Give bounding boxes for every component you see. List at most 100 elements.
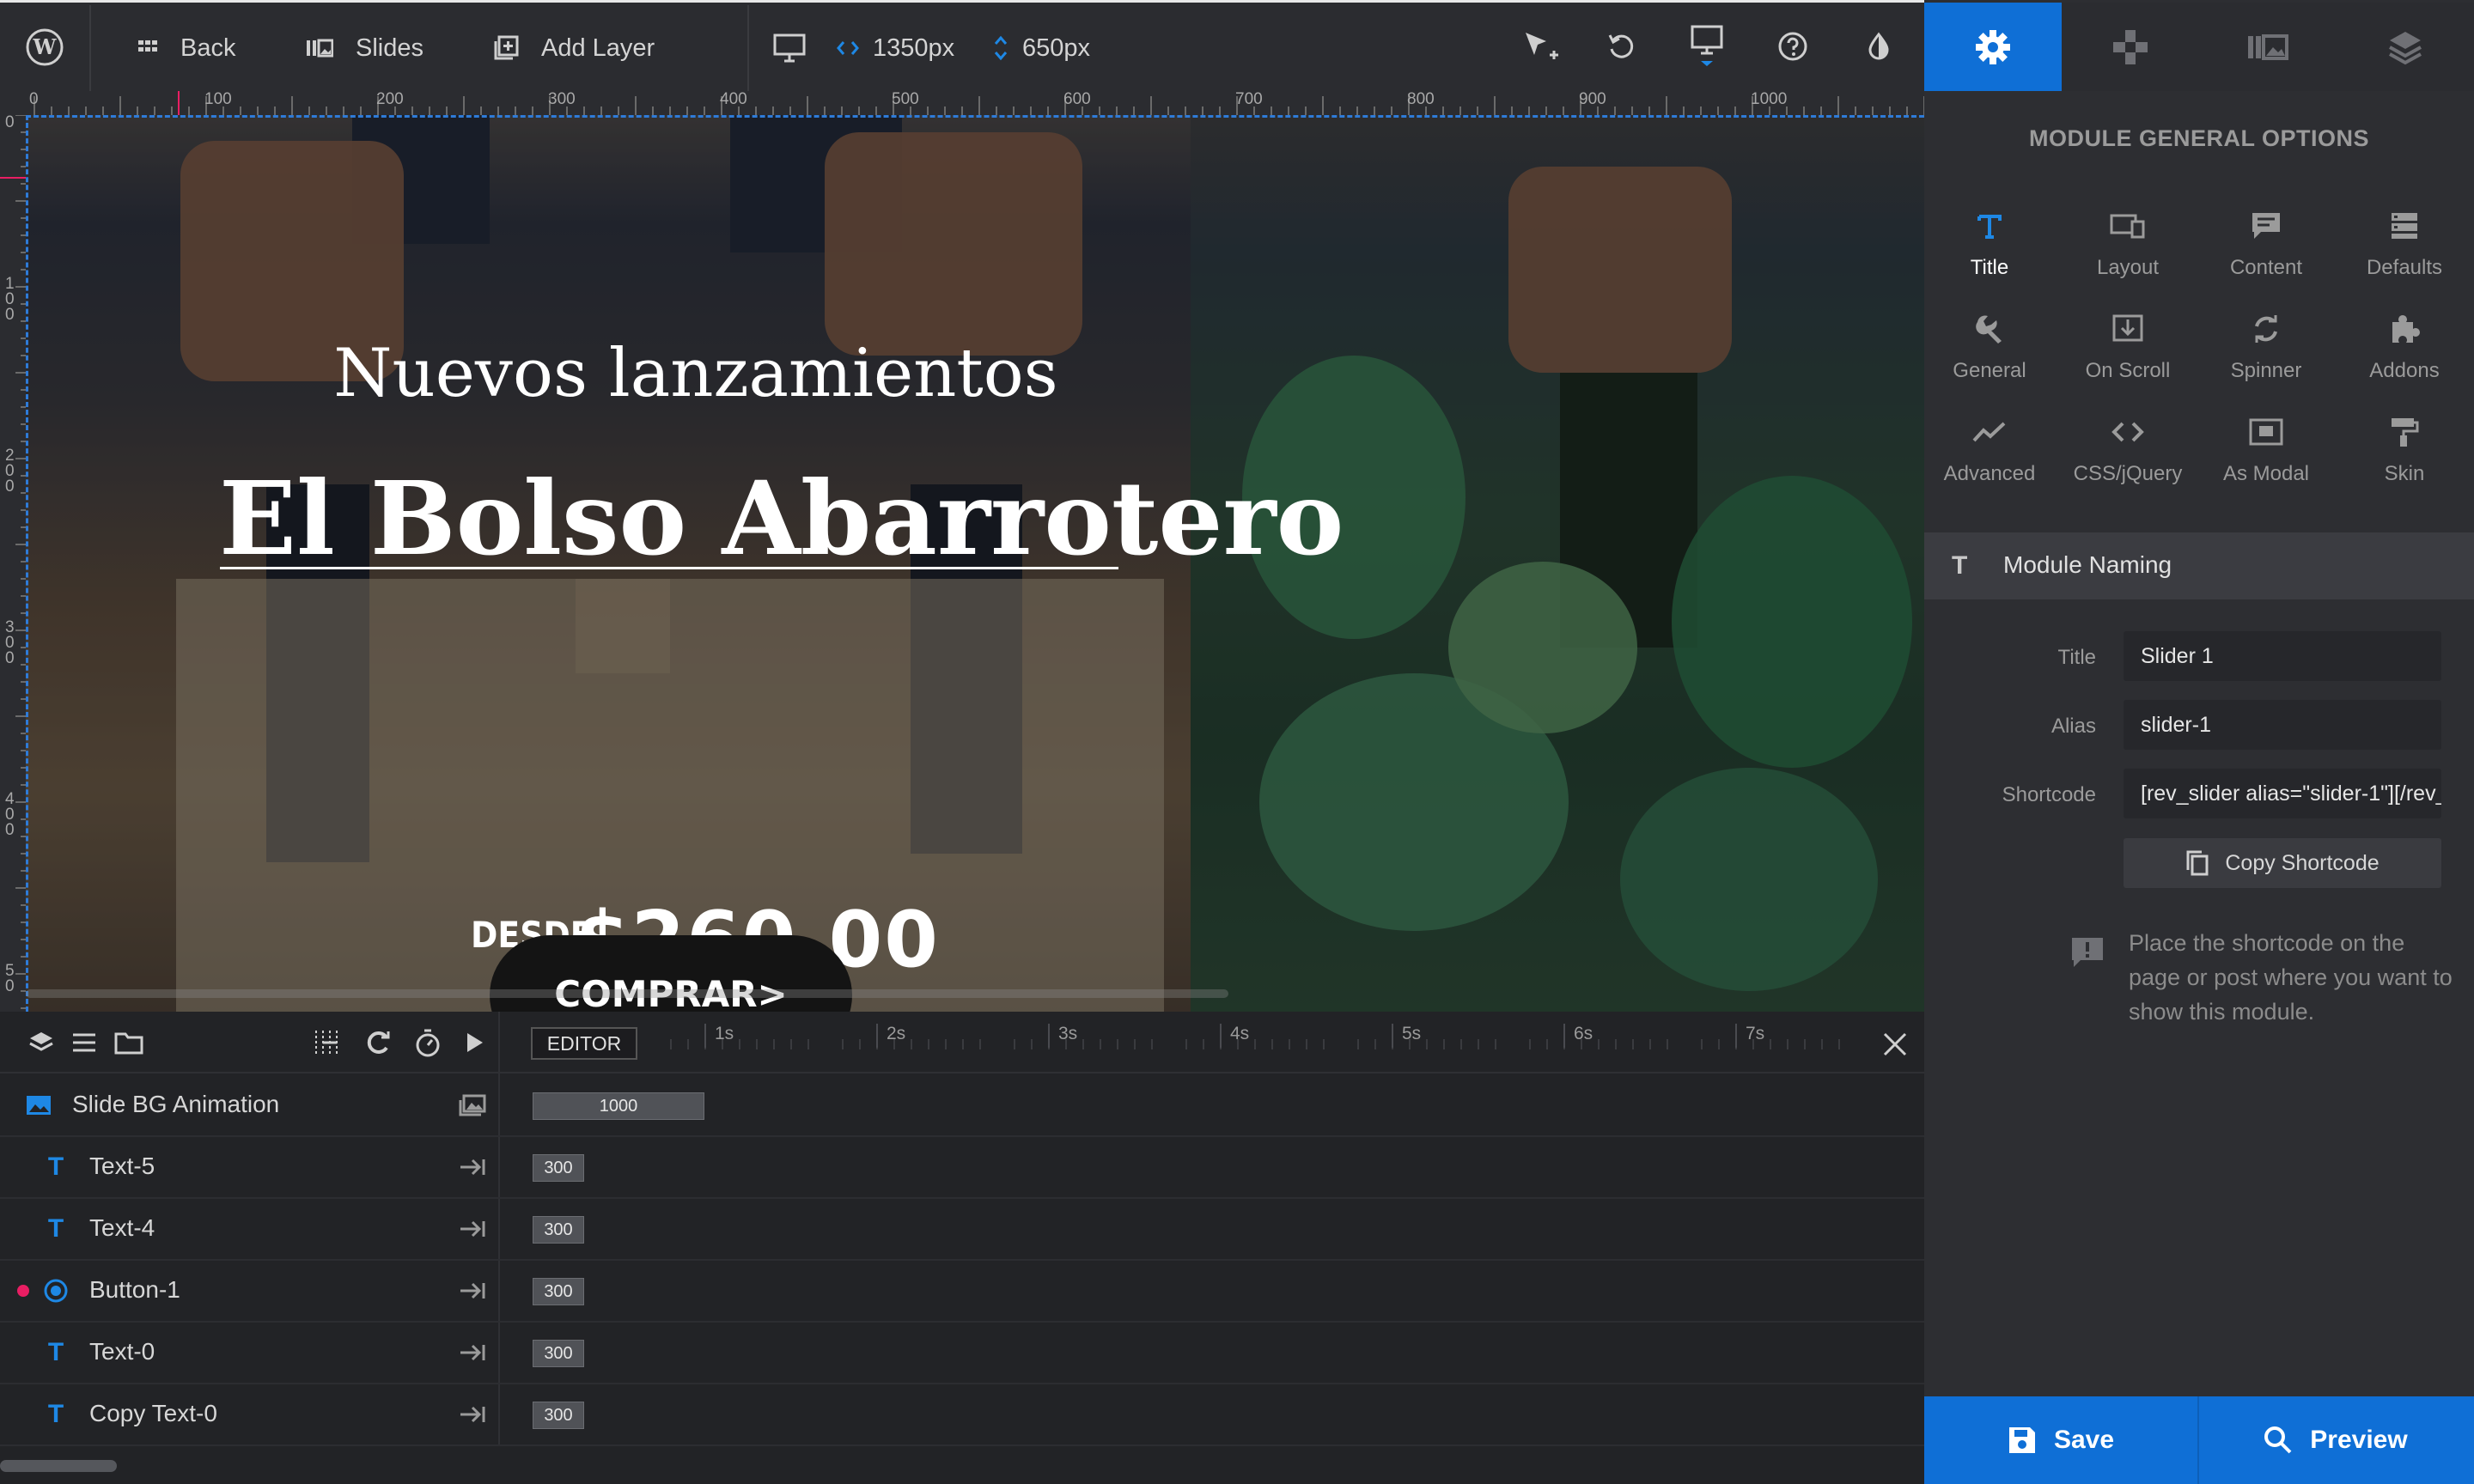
timeline-tick-minor <box>1478 1039 1479 1049</box>
timeline-animation-bar[interactable]: 300 <box>533 1402 584 1429</box>
timeline-tick-minor <box>1289 1039 1290 1049</box>
help-button[interactable] <box>1771 25 1814 68</box>
tab-slides[interactable] <box>2199 3 2337 91</box>
arrow-to-end-icon <box>460 1159 485 1176</box>
timeline-panel: EDITOR 1s 2s 3s 4s 5s 6s 7s Slide BG Animation… <box>0 1012 1924 1484</box>
selection-tool-button[interactable] <box>1519 25 1562 68</box>
timeline-animation-bar[interactable]: 300 <box>533 1154 584 1182</box>
copy-shortcode-button[interactable]: Copy Shortcode <box>2124 838 2441 888</box>
tab-navigation[interactable] <box>2062 3 2199 91</box>
title-field-label: Title <box>2057 646 2096 669</box>
jump-to-end-button[interactable] <box>457 1338 488 1367</box>
option-title[interactable]: Title <box>1926 204 2053 290</box>
option-layout[interactable]: Layout <box>2064 204 2191 290</box>
save-button[interactable]: Save <box>1924 1396 2197 1484</box>
timeline-layer-item[interactable]: Button-1 <box>0 1261 498 1321</box>
option-spinner[interactable]: Spinner <box>2203 307 2330 393</box>
jump-to-end-button[interactable] <box>457 1153 488 1182</box>
buy-button-layer[interactable]: COMPRAR> <box>490 935 852 1012</box>
grid-icon <box>138 40 157 52</box>
slide-canvas[interactable]: Nuevos lanzamientos El Bolso Abarrotero … <box>26 115 1924 1012</box>
ruler-label: 200 <box>376 90 404 108</box>
option-general[interactable]: General <box>1926 307 2053 393</box>
layers-icon <box>29 1032 53 1051</box>
ruler-label: 2 0 0 <box>5 447 15 496</box>
option-label: General <box>1953 359 2026 382</box>
speed-button[interactable] <box>411 1025 445 1060</box>
timeline-scrollbar[interactable] <box>0 1460 117 1472</box>
slides-button[interactable]: Slides <box>306 5 424 91</box>
timeline-layer-item[interactable]: T Text-4 <box>0 1199 498 1259</box>
option-skin[interactable]: Skin <box>2341 411 2468 496</box>
ruler-label: 4 0 0 <box>5 790 15 839</box>
canvas-height-field[interactable]: 650px <box>993 5 1090 91</box>
snap-grid-button[interactable] <box>309 1025 344 1060</box>
canvas-scrollbar[interactable] <box>26 989 1228 998</box>
timeline-row: T Text-0 300 <box>0 1323 1924 1384</box>
timeline-layer-name: Text-5 <box>89 1153 155 1179</box>
slide-title-layer[interactable]: El Bolso Abarrotero <box>219 459 1344 578</box>
module-naming-section[interactable]: T Module Naming <box>1924 532 2474 599</box>
timeline-layer-item[interactable]: T Text-5 <box>0 1137 498 1197</box>
copy-icon <box>2186 850 2209 876</box>
option-css-jquery[interactable]: CSS/jQuery <box>2064 411 2191 496</box>
option-on-scroll[interactable]: On Scroll <box>2064 307 2191 393</box>
timeline-layer-item[interactable]: Slide BG Animation <box>0 1075 498 1135</box>
timeline-tick-minor <box>1667 1039 1668 1049</box>
timeline-tick-minor <box>1598 1039 1600 1049</box>
slide-subtitle-layer[interactable]: Nuevos lanzamientos <box>326 335 1065 412</box>
background-settings-button[interactable] <box>457 1091 488 1120</box>
loop-button[interactable] <box>361 1025 395 1060</box>
timeline-animation-bar[interactable]: 300 <box>533 1340 584 1367</box>
timeline-animation-bar[interactable]: 300 <box>533 1216 584 1244</box>
timeline-animation-bar[interactable]: 300 <box>533 1278 584 1305</box>
tab-module-settings[interactable] <box>1924 3 2062 91</box>
option-addons[interactable]: Addons <box>2341 307 2468 393</box>
preview-button[interactable]: Preview <box>2199 1396 2472 1484</box>
layers-view-button[interactable] <box>24 1025 58 1060</box>
jump-to-end-button[interactable] <box>457 1214 488 1244</box>
timeline-tick-minor <box>1374 1039 1376 1049</box>
add-layer-button[interactable]: Add Layer <box>493 5 655 91</box>
timeline-tick-minor <box>962 1039 964 1049</box>
wordpress-logo-button[interactable]: W <box>0 3 89 91</box>
horizontal-ruler: 0 100 200 300 400 500 600 700 800 900 1000 <box>0 90 1924 115</box>
close-timeline-button[interactable] <box>1876 1025 1914 1063</box>
ruler-label: 300 <box>548 90 576 108</box>
option-defaults[interactable]: Defaults <box>2341 204 2468 290</box>
tab-layers[interactable] <box>2337 3 2474 91</box>
height-arrows-icon <box>994 35 1008 61</box>
jump-to-end-button[interactable] <box>457 1400 488 1429</box>
timeline-tick-minor <box>911 1039 912 1049</box>
add-layer-label: Add Layer <box>541 33 655 62</box>
timeline-layer-item[interactable]: T Text-0 <box>0 1323 498 1383</box>
option-label: Addons <box>2369 359 2440 382</box>
undo-button[interactable] <box>1600 25 1642 68</box>
ruler-label: 600 <box>1063 90 1091 108</box>
timeline-animation-bar[interactable]: 1000 <box>533 1092 704 1120</box>
option-as-modal[interactable]: As Modal <box>2203 411 2330 496</box>
back-button[interactable]: Back <box>137 5 235 91</box>
editor-mode-badge[interactable]: EDITOR <box>531 1027 637 1060</box>
list-view-button[interactable] <box>67 1025 101 1060</box>
option-content[interactable]: Content <box>2203 204 2330 290</box>
alias-field[interactable]: slider-1 <box>2124 700 2441 750</box>
folder-button[interactable] <box>112 1025 146 1060</box>
defaults-icon <box>2390 204 2419 247</box>
device-desktop-button[interactable] <box>773 5 806 91</box>
timeline-layer-item[interactable]: T Copy Text-0 <box>0 1384 498 1444</box>
shortcode-field[interactable]: [rev_slider alias="slider-1"][/rev_slide… <box>2124 769 2441 818</box>
arrow-to-end-icon <box>460 1282 485 1299</box>
close-icon <box>1883 1032 1907 1056</box>
on-scroll-icon <box>2112 307 2143 350</box>
canvas-width-field[interactable]: 1350px <box>837 5 954 91</box>
timeline-tick-minor <box>739 1039 740 1049</box>
title-field[interactable]: Slider 1 <box>2124 631 2441 681</box>
jump-to-end-button[interactable] <box>457 1276 488 1305</box>
slides-label: Slides <box>356 33 424 62</box>
play-button[interactable] <box>457 1025 491 1060</box>
contrast-toggle-button[interactable] <box>1857 25 1900 68</box>
desktop-view-button[interactable] <box>1685 25 1728 68</box>
timeline-tick-major <box>1563 1024 1565 1048</box>
option-advanced[interactable]: Advanced <box>1926 411 2053 496</box>
